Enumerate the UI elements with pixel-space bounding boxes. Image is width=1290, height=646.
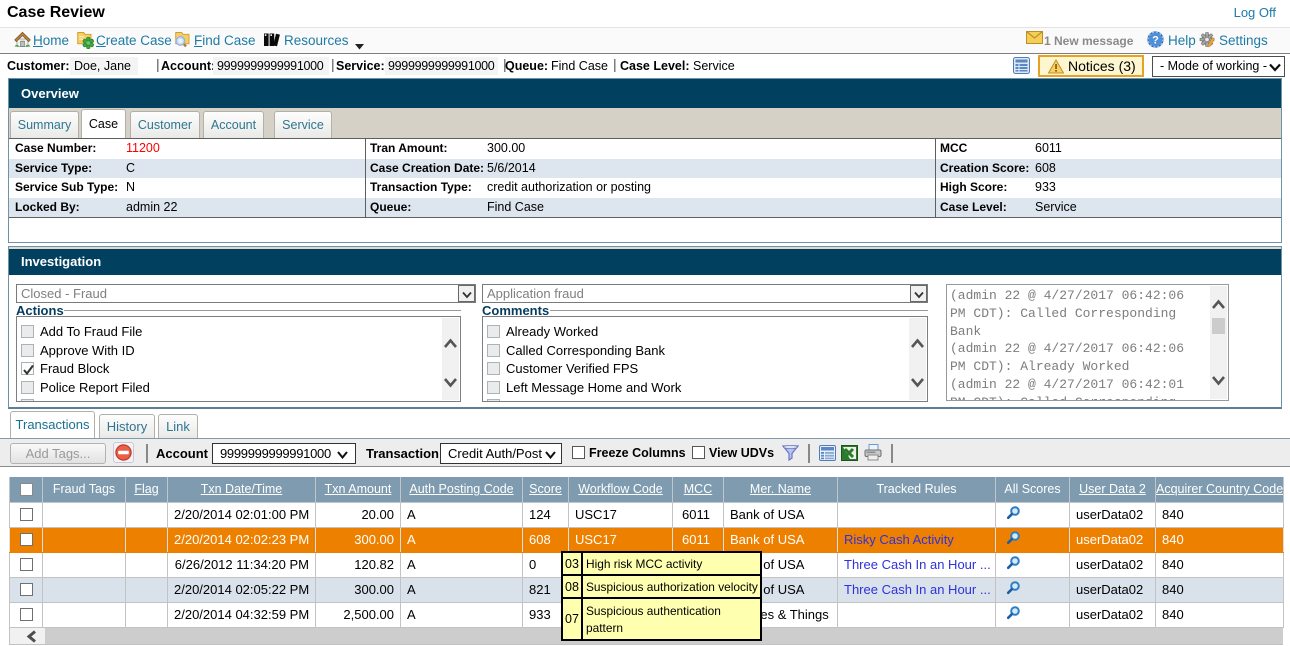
- svg-text:?: ?: [1152, 35, 1159, 47]
